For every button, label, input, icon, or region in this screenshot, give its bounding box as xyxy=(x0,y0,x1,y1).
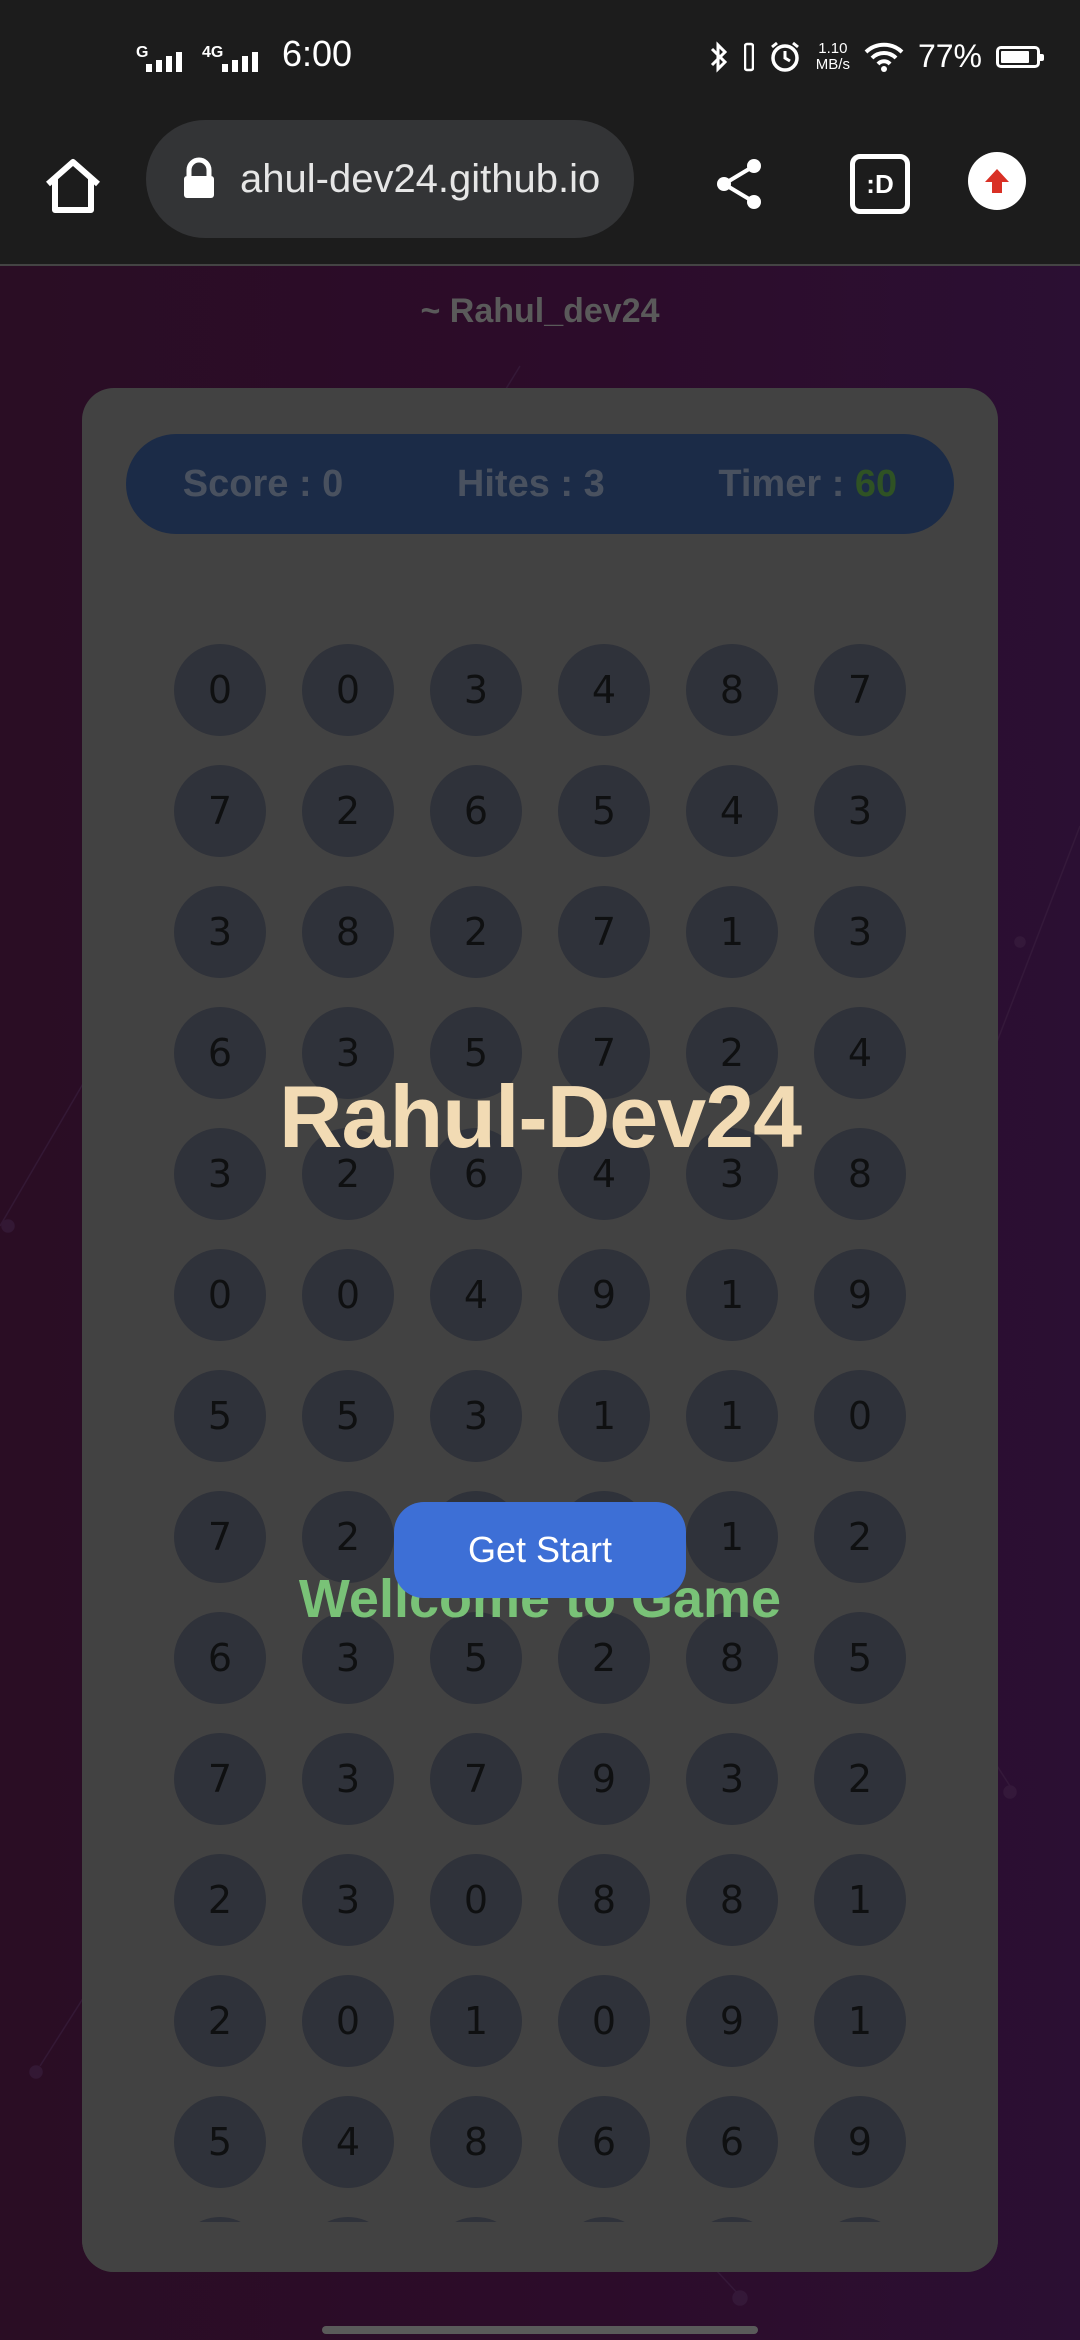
number-bubble[interactable]: 7 xyxy=(558,886,650,978)
number-bubble[interactable]: 0 xyxy=(814,1370,906,1462)
number-bubble[interactable]: 5 xyxy=(302,1370,394,1462)
tabs-icon: :D xyxy=(866,168,894,199)
number-bubble[interactable]: 0 xyxy=(430,1854,522,1946)
vibrate-icon xyxy=(743,42,754,71)
number-bubble[interactable]: 8 xyxy=(686,1854,778,1946)
number-bubble[interactable]: 9 xyxy=(814,1249,906,1341)
browser-toolbar: ahul-dev24.github.io :D xyxy=(0,118,1080,266)
number-bubble[interactable]: 5 xyxy=(174,2096,266,2188)
board-bottom-edge xyxy=(82,2222,998,2272)
number-bubble[interactable]: 1 xyxy=(430,1975,522,2067)
signal-1: G xyxy=(134,44,182,72)
number-bubble[interactable]: 1 xyxy=(686,1249,778,1341)
author-credit: ~ Rahul_dev24 xyxy=(420,292,660,330)
gesture-bar[interactable] xyxy=(322,2326,758,2334)
home-icon[interactable] xyxy=(40,154,106,220)
timer-display: Timer : 60 xyxy=(718,462,898,505)
lock-icon xyxy=(184,157,214,198)
number-bubble[interactable]: 0 xyxy=(174,644,266,736)
timer-value: 60 xyxy=(854,462,898,505)
number-bubble[interactable]: 6 xyxy=(558,2096,650,2188)
number-bubble[interactable]: 7 xyxy=(174,1733,266,1825)
number-bubble[interactable]: 2 xyxy=(430,886,522,978)
game-page: ~ Rahul_dev24 Score : 0 Hites : 3 Timer … xyxy=(0,266,1080,2340)
number-bubble[interactable]: 3 xyxy=(302,1733,394,1825)
number-bubble[interactable]: 1 xyxy=(814,1854,906,1946)
share-icon[interactable] xyxy=(710,154,770,214)
signal-bars-icon xyxy=(222,52,258,72)
number-bubble[interactable]: 3 xyxy=(814,765,906,857)
number-bubble[interactable]: 3 xyxy=(686,1733,778,1825)
number-bubble[interactable]: 7 xyxy=(174,765,266,857)
number-bubble[interactable]: 1 xyxy=(558,1370,650,1462)
address-bar[interactable]: ahul-dev24.github.io xyxy=(146,120,634,238)
number-bubble[interactable]: 1 xyxy=(686,1370,778,1462)
wifi-icon xyxy=(864,42,904,72)
number-bubble[interactable]: 3 xyxy=(814,886,906,978)
score-panel: Score : 0 Hites : 3 Timer : 60 xyxy=(126,434,954,534)
update-icon xyxy=(985,169,1009,193)
number-bubble[interactable]: 0 xyxy=(302,1975,394,2067)
update-button[interactable] xyxy=(968,152,1026,210)
number-bubble-grid: 0034877265433827136357243264380049195531… xyxy=(174,644,906,2272)
number-bubble[interactable]: 4 xyxy=(302,2096,394,2188)
status-bar: G 4G 6:00 1.10 MB/s 77% xyxy=(0,0,1080,118)
network-speed: 1.10 MB/s xyxy=(815,39,850,73)
battery-icon xyxy=(996,45,1044,68)
number-bubble[interactable]: 3 xyxy=(302,1854,394,1946)
game-title: Rahul-Dev24 xyxy=(278,1067,802,1166)
get-start-button[interactable]: Get Start xyxy=(394,1502,686,1598)
number-bubble[interactable]: 0 xyxy=(174,1249,266,1341)
number-bubble[interactable]: 0 xyxy=(302,1249,394,1341)
game-board-card: Score : 0 Hites : 3 Timer : 60 003487726… xyxy=(82,388,998,2272)
number-bubble[interactable]: 0 xyxy=(302,644,394,736)
number-bubble[interactable]: 2 xyxy=(174,1975,266,2067)
number-bubble[interactable]: 0 xyxy=(558,1975,650,2067)
signal-bars-icon xyxy=(146,52,182,72)
number-bubble[interactable]: 8 xyxy=(430,2096,522,2188)
number-bubble[interactable]: 2 xyxy=(302,765,394,857)
clock: 6:00 xyxy=(282,33,353,74)
number-bubble[interactable]: 3 xyxy=(430,644,522,736)
number-bubble[interactable]: 8 xyxy=(302,886,394,978)
bluetooth-icon xyxy=(710,40,727,73)
number-bubble[interactable]: 3 xyxy=(174,886,266,978)
number-bubble[interactable]: 2 xyxy=(174,1854,266,1946)
signal-2: 4G xyxy=(200,44,258,72)
number-bubble[interactable]: 9 xyxy=(558,1733,650,1825)
number-bubble[interactable]: 7 xyxy=(430,1733,522,1825)
number-bubble[interactable]: 8 xyxy=(686,644,778,736)
number-bubble[interactable]: 4 xyxy=(686,765,778,857)
number-bubble[interactable]: 9 xyxy=(558,1249,650,1341)
number-bubble[interactable]: 4 xyxy=(558,644,650,736)
number-bubble[interactable]: 3 xyxy=(430,1370,522,1462)
number-bubble[interactable]: 6 xyxy=(430,765,522,857)
number-bubble[interactable]: 1 xyxy=(686,886,778,978)
number-bubble[interactable]: 2 xyxy=(814,1733,906,1825)
hits-display: Hites : 3 xyxy=(456,462,605,505)
battery-percent: 77% xyxy=(917,38,982,74)
number-bubble[interactable]: 6 xyxy=(686,2096,778,2188)
number-bubble[interactable]: 9 xyxy=(814,2096,906,2188)
number-bubble[interactable]: 9 xyxy=(686,1975,778,2067)
score-display: Score : 0 xyxy=(182,462,344,505)
alarm-icon xyxy=(770,41,799,72)
number-bubble[interactable]: 1 xyxy=(814,1975,906,2067)
number-bubble[interactable]: 4 xyxy=(430,1249,522,1341)
url-text: ahul-dev24.github.io xyxy=(240,156,601,201)
number-bubble[interactable]: 8 xyxy=(558,1854,650,1946)
number-bubble[interactable]: 7 xyxy=(814,644,906,736)
number-bubble[interactable]: 5 xyxy=(558,765,650,857)
tabs-button[interactable]: :D xyxy=(850,154,910,214)
number-bubble[interactable]: 5 xyxy=(174,1370,266,1462)
